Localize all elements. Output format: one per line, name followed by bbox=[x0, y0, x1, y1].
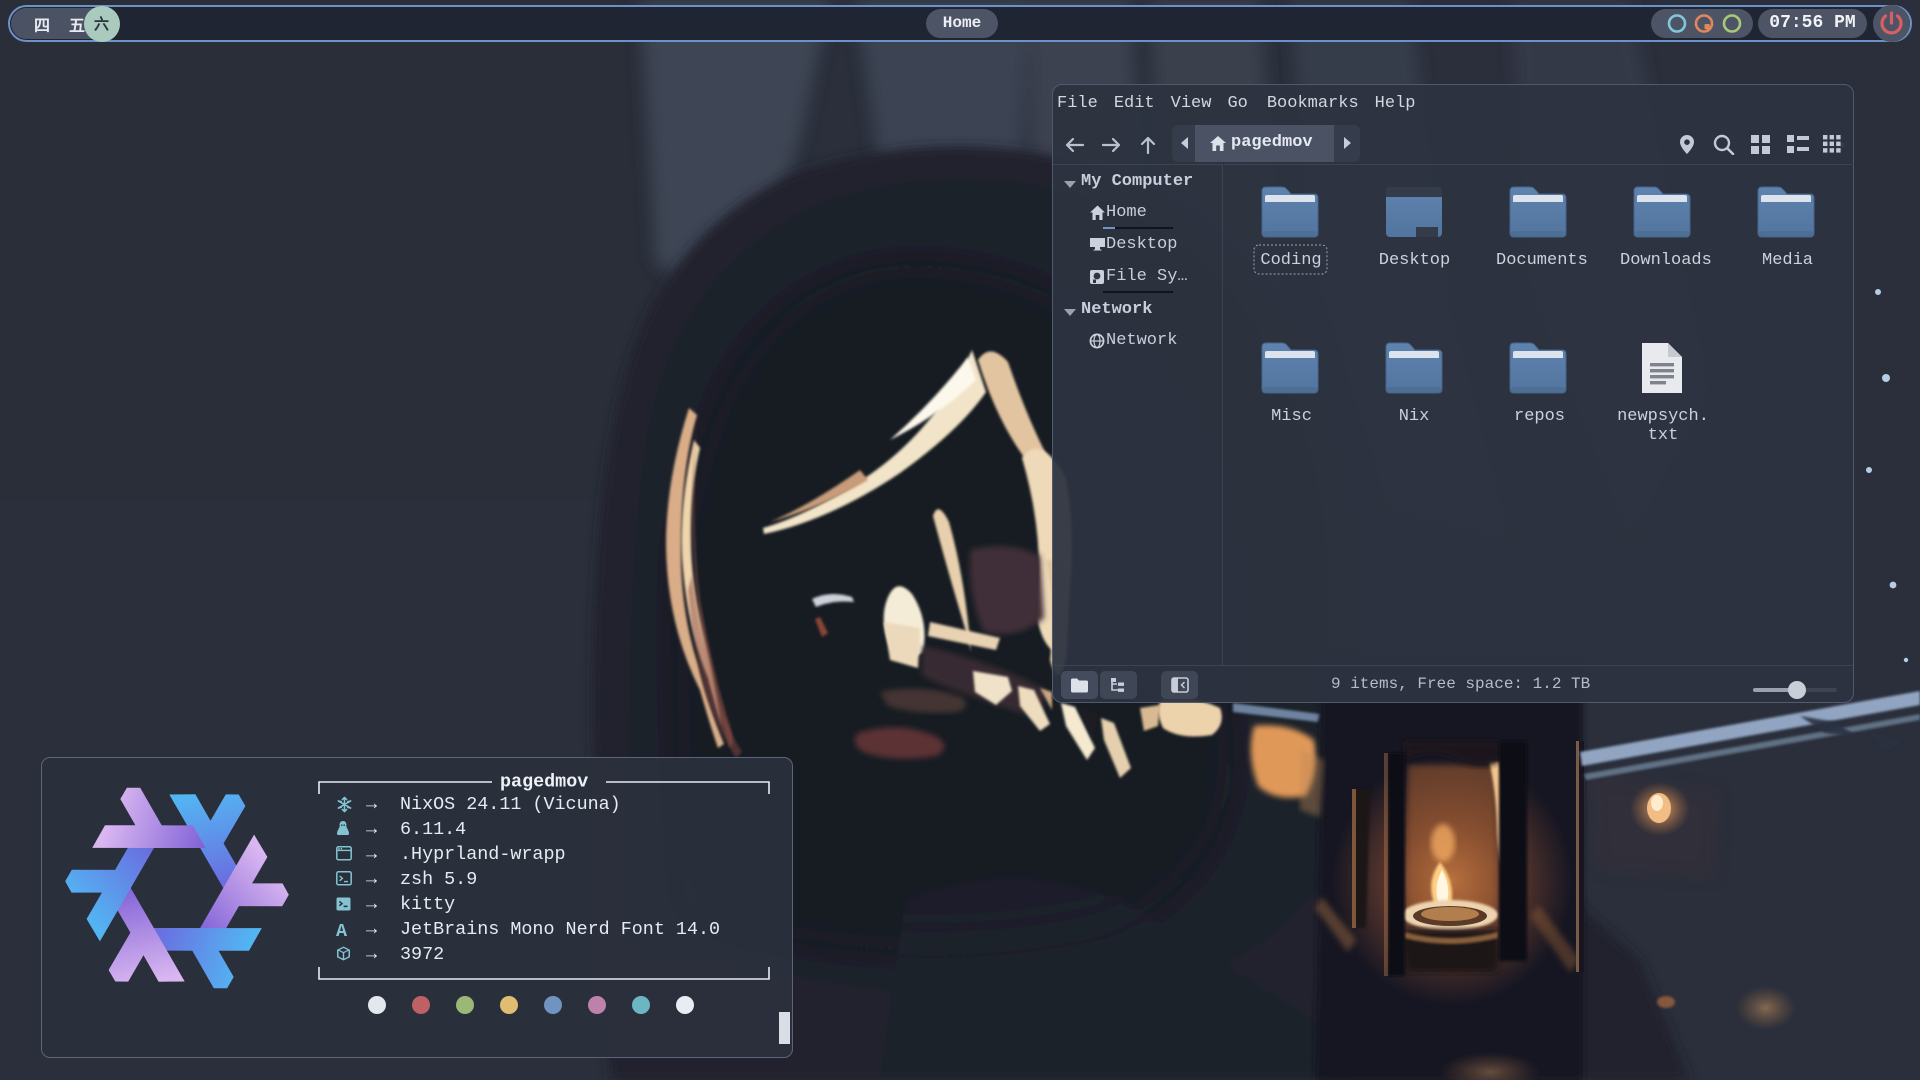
svg-text:pagedmov: pagedmov bbox=[500, 772, 588, 793]
